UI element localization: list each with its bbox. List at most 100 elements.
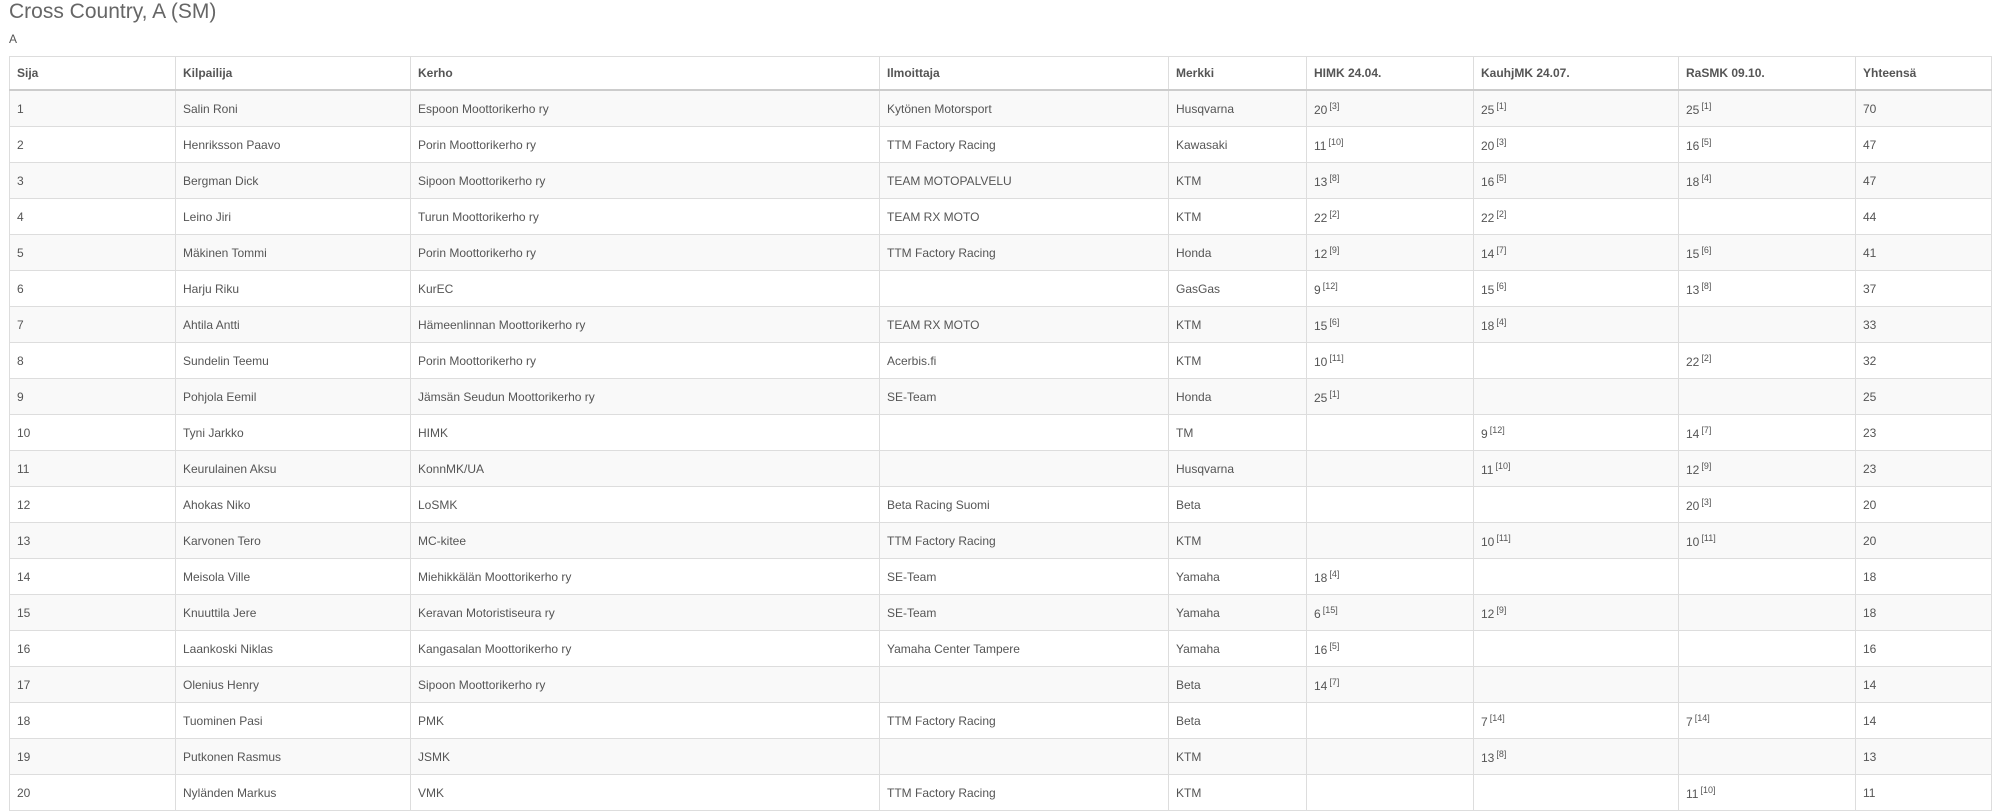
competitor-cell: Bergman Dick — [175, 162, 411, 199]
brand-cell: Beta — [1168, 666, 1307, 703]
class-label: A — [9, 32, 18, 46]
round-3-cell: 16 [5] — [1678, 126, 1856, 163]
entrant-cell: Acerbis.fi — [879, 342, 1169, 379]
round-1-cell: 6 [15] — [1306, 594, 1474, 631]
round-2-cell — [1473, 342, 1679, 379]
round-points: 10 — [1314, 354, 1328, 369]
brand-cell: Yamaha — [1168, 558, 1307, 595]
round-points: 13 — [1314, 174, 1328, 189]
round-position: [5] — [1329, 640, 1340, 651]
round-3-cell: 18 [4] — [1678, 162, 1856, 199]
round-1-cell: 9 [12] — [1306, 270, 1474, 307]
round-position: [11] — [1701, 532, 1716, 543]
entrant-cell — [879, 270, 1169, 307]
round-points: 12 — [1314, 246, 1328, 261]
table-row: 13 Karvonen Tero MC-kitee TTM Factory Racin… — [9, 522, 1992, 559]
header-rank[interactable]: Sija — [9, 56, 176, 91]
entrant-cell — [879, 414, 1169, 451]
total-cell: 47 — [1855, 126, 1992, 163]
rank-cell: 13 — [9, 522, 176, 559]
round-1-cell: 25 [1] — [1306, 378, 1474, 415]
round-position: [4] — [1701, 172, 1712, 183]
round-2-cell: 9 [12] — [1473, 414, 1679, 451]
brand-cell: KTM — [1168, 522, 1307, 559]
round-1-cell — [1306, 450, 1474, 487]
header-total[interactable]: Yhteensä — [1855, 56, 1992, 91]
brand-cell: KTM — [1168, 774, 1307, 811]
club-cell: Miehikkälän Moottorikerho ry — [410, 558, 880, 595]
total-cell: 23 — [1855, 414, 1992, 451]
club-cell: VMK — [410, 774, 880, 811]
round-1-cell: 10 [11] — [1306, 342, 1474, 379]
round-1-cell — [1306, 738, 1474, 775]
round-points: 14 — [1481, 246, 1495, 261]
header-club[interactable]: Kerho — [410, 56, 880, 91]
header-brand[interactable]: Merkki — [1168, 56, 1307, 91]
round-3-cell: 22 [2] — [1678, 342, 1856, 379]
round-points: 20 — [1686, 498, 1700, 513]
header-round-2[interactable]: KauhjMK 24.07. — [1473, 56, 1679, 91]
round-position: [2] — [1329, 208, 1340, 219]
round-points: 10 — [1686, 534, 1700, 549]
brand-cell: GasGas — [1168, 270, 1307, 307]
round-position: [10] — [1495, 460, 1511, 471]
round-2-cell: 13 [8] — [1473, 738, 1679, 775]
round-1-cell — [1306, 774, 1474, 811]
club-cell: LoSMK — [410, 486, 880, 523]
table-row: 19 Putkonen Rasmus JSMK KTM 13 [8] 13 — [9, 738, 1992, 775]
round-2-cell — [1473, 558, 1679, 595]
round-points: 11 — [1481, 462, 1494, 477]
round-3-cell: 20 [3] — [1678, 486, 1856, 523]
round-position: [9] — [1329, 244, 1340, 255]
table-row: 20 Nyländen Markus VMK TTM Factory Racing KT… — [9, 774, 1992, 811]
total-cell: 33 — [1855, 306, 1992, 343]
round-2-cell: 18 [4] — [1473, 306, 1679, 343]
rank-cell: 16 — [9, 630, 176, 667]
competitor-cell: Knuuttila Jere — [175, 594, 411, 631]
entrant-cell: TTM Factory Racing — [879, 702, 1169, 739]
table-row: 7 Ahtila Antti Hämeenlinnan Moottorikerho … — [9, 306, 1992, 343]
round-points: 20 — [1314, 102, 1328, 117]
table-row: 1 Salin Roni Espoon Moottorikerho ry Kytöne… — [9, 89, 1992, 127]
round-position: [8] — [1329, 172, 1340, 183]
round-1-cell: 22 [2] — [1306, 198, 1474, 235]
round-position: [4] — [1496, 316, 1507, 327]
round-position: [8] — [1701, 280, 1712, 291]
entrant-cell: Yamaha Center Tampere — [879, 630, 1169, 667]
table-row: 5 Mäkinen Tommi Porin Moottorikerho ry TTM … — [9, 234, 1992, 271]
rank-cell: 10 — [9, 414, 176, 451]
round-points: 20 — [1481, 138, 1495, 153]
round-3-cell — [1678, 198, 1856, 235]
round-2-cell — [1473, 774, 1679, 811]
round-points: 22 — [1481, 210, 1495, 225]
round-position: [10] — [1328, 136, 1344, 147]
round-3-cell — [1678, 738, 1856, 775]
total-cell: 25 — [1855, 378, 1992, 415]
entrant-cell: TTM Factory Racing — [879, 774, 1169, 811]
brand-cell: Yamaha — [1168, 630, 1307, 667]
club-cell: KurEC — [410, 270, 880, 307]
table-row: 10 Tyni Jarkko HIMK TM 9 [12] 14 [7] 23 — [9, 414, 1992, 451]
round-position: [12] — [1489, 424, 1505, 435]
rank-cell: 5 — [9, 234, 176, 271]
entrant-cell: Kytönen Motorsport — [879, 89, 1169, 127]
round-2-cell: 22 [2] — [1473, 198, 1679, 235]
round-position: [1] — [1496, 100, 1507, 111]
header-entrant[interactable]: Ilmoittaja — [879, 56, 1169, 91]
total-cell: 13 — [1855, 738, 1992, 775]
brand-cell: Husqvarna — [1168, 450, 1307, 487]
round-points: 18 — [1314, 570, 1328, 585]
total-cell: 23 — [1855, 450, 1992, 487]
round-position: [7] — [1496, 244, 1507, 255]
round-position: [5] — [1701, 136, 1712, 147]
round-position: [9] — [1701, 460, 1712, 471]
club-cell: MC-kitee — [410, 522, 880, 559]
header-round-1[interactable]: HIMK 24.04. — [1306, 56, 1474, 91]
rank-cell: 11 — [9, 450, 176, 487]
round-1-cell — [1306, 414, 1474, 451]
entrant-cell: TTM Factory Racing — [879, 522, 1169, 559]
competitor-cell: Sundelin Teemu — [175, 342, 411, 379]
header-round-3[interactable]: RaSMK 09.10. — [1678, 56, 1856, 91]
total-cell: 47 — [1855, 162, 1992, 199]
header-competitor[interactable]: Kilpailija — [175, 56, 411, 91]
